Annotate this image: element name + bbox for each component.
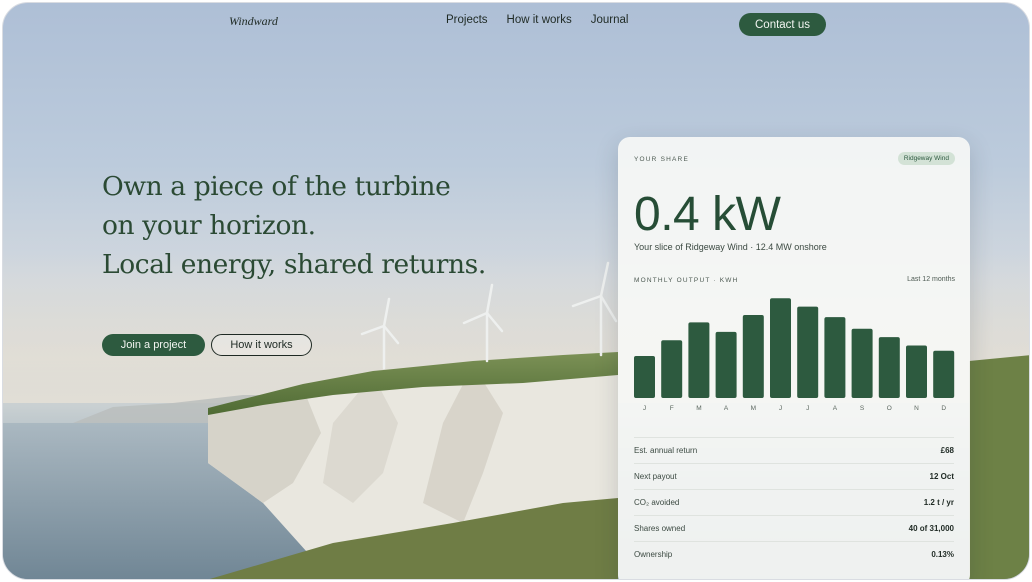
stat-value: 1.2 t / yr (923, 498, 954, 507)
contact-button[interactable]: Contact us (739, 13, 826, 36)
monthly-output-chart: JFMAMJJASOND (634, 298, 955, 412)
chart-bar (770, 298, 791, 398)
chart-bar (851, 328, 873, 398)
chart-bar (797, 306, 819, 398)
chart-tick-label: J (779, 405, 782, 412)
chart-tick-label: S (860, 405, 865, 412)
top-nav: Projects How it works Journal (446, 14, 647, 26)
chart-bar (878, 337, 900, 398)
chart-tick-label: M (696, 405, 701, 412)
chart-tick-label: D (941, 405, 946, 412)
stats-list: Est. annual return £68 Next payout 12 Oc… (634, 437, 954, 567)
chart-bar (661, 340, 683, 398)
stat-label: Next payout (634, 472, 677, 481)
chart-tick-label: M (751, 405, 756, 412)
stat-value: 40 of 31,000 (908, 524, 954, 533)
chart-bar (715, 331, 737, 398)
hero-line-3: Local energy, shared returns. (102, 249, 486, 280)
share-card: YOUR SHARE Ridgeway Wind 0.4 kW Your sli… (618, 137, 970, 579)
nav-journal[interactable]: Journal (591, 14, 629, 26)
chart-bar (688, 322, 710, 398)
nav-how-it-works[interactable]: How it works (507, 14, 572, 26)
chart-tick-label: F (670, 405, 674, 412)
chart-bar (824, 317, 846, 398)
hero-line-2: on your horizon. (102, 210, 316, 241)
chart-tick-label: A (724, 405, 729, 412)
hero-headline: Own a piece of the turbine on your horiz… (102, 167, 486, 284)
chart-tick-label: J (643, 405, 646, 412)
chart-tick-label: N (914, 405, 919, 412)
chart-bar (906, 345, 927, 398)
brand-logo[interactable]: Windward (229, 14, 278, 29)
chart-bar (742, 315, 764, 398)
stat-label: CO₂ avoided (634, 498, 680, 507)
stat-value: 0.13% (931, 550, 954, 559)
nav-projects[interactable]: Projects (446, 14, 488, 26)
stat-value: £68 (940, 446, 954, 455)
chart-bar (933, 350, 955, 398)
stat-next-payout: Next payout 12 Oct (634, 463, 954, 489)
join-project-button[interactable]: Join a project (102, 334, 205, 356)
chart-bar (634, 356, 655, 398)
how-it-works-button[interactable]: How it works (211, 334, 312, 356)
stat-ownership: Ownership 0.13% (634, 541, 954, 567)
app-frame: Windward Projects How it works Journal C… (2, 2, 1030, 580)
stat-label: Est. annual return (634, 446, 698, 455)
stat-shares-owned: Shares owned 40 of 31,000 (634, 515, 954, 541)
hero-line-1: Own a piece of the turbine (102, 171, 451, 202)
stat-annual-return: Est. annual return £68 (634, 437, 954, 463)
chart-tick-label: O (887, 405, 892, 412)
stat-label: Ownership (634, 550, 673, 559)
chart-tick-label: J (806, 405, 809, 412)
chart-tick-label: A (833, 405, 838, 412)
stat-label: Shares owned (634, 524, 686, 533)
stat-value: 12 Oct (929, 472, 954, 481)
stat-co2-avoided: CO₂ avoided 1.2 t / yr (634, 489, 954, 515)
